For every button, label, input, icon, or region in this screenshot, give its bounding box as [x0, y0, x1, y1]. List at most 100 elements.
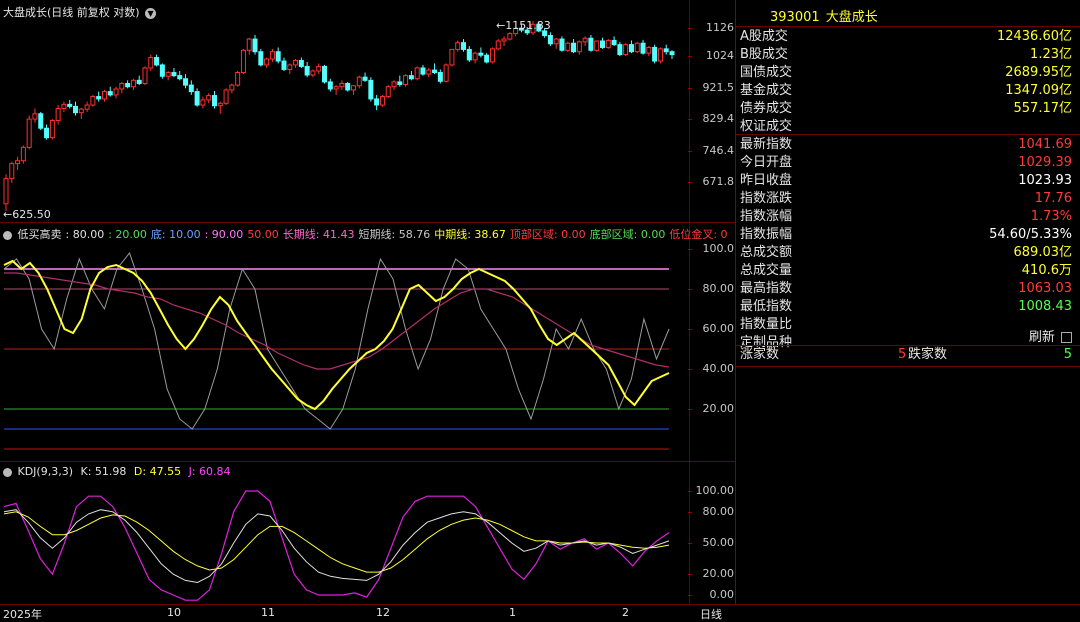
candle-body: [350, 85, 356, 91]
candle-body: [148, 57, 154, 69]
candle-body: [246, 38, 252, 51]
candle-body: [101, 91, 107, 100]
date-label: 10: [167, 606, 181, 619]
candle-body: [374, 98, 380, 106]
candle-body: [669, 51, 675, 56]
candle-body: [183, 78, 189, 86]
candle-body: [640, 42, 646, 54]
date-label: 12: [376, 606, 390, 619]
stat-value: 54.60/5.33%: [989, 227, 1072, 242]
candle-body: [32, 113, 38, 120]
y-axis-label: 60.00: [702, 322, 735, 335]
candle-body: [287, 64, 293, 70]
y-axis-tick: [688, 511, 692, 513]
refresh-icon: [1061, 332, 1072, 343]
y-axis-label: 829.4: [702, 112, 735, 126]
index-header: 393001 大盘成长: [770, 6, 878, 25]
candle-body: [159, 64, 165, 77]
refresh-label: 刷新: [1028, 330, 1055, 345]
candle-body: [339, 83, 345, 88]
candle-body: [269, 51, 275, 60]
candle-body: [333, 86, 339, 90]
candle-body: [565, 42, 571, 51]
candle-body: [9, 163, 15, 180]
y-axis-label: 40.00: [702, 362, 735, 375]
y-axis-label: 20.00: [702, 402, 735, 415]
y-axis-label: 100.00: [695, 484, 735, 497]
candle-body: [478, 52, 484, 56]
kdj-d-line: [3, 511, 670, 573]
candle-body: [298, 59, 304, 67]
candle-body: [605, 39, 611, 48]
stat-row: 最新指数 1041.69: [740, 136, 1080, 154]
stat-row: 指数涨跌 17.76: [740, 190, 1080, 208]
candle-body: [356, 76, 362, 87]
period-label[interactable]: 日线: [700, 606, 722, 622]
up-count-value: 5: [898, 347, 907, 362]
long-term-line: [4, 272, 670, 370]
kdj-chart[interactable]: [0, 461, 689, 604]
mid-term-line: [3, 259, 670, 411]
candle-body: [165, 72, 171, 77]
indicator-chart[interactable]: [0, 222, 689, 461]
kdj-j-line: [3, 490, 670, 601]
stat-label: 最新指数: [740, 137, 793, 152]
candle-body: [489, 48, 495, 63]
candle-body: [617, 44, 623, 56]
candle-body: [322, 65, 328, 83]
candle-body: [55, 107, 61, 122]
candle-body: [78, 108, 84, 114]
y-axis-label: 1126: [706, 20, 734, 34]
stat-row: 今日开盘 1029.39: [740, 154, 1080, 172]
index-name: 大盘成长: [825, 10, 878, 25]
candle-body: [588, 37, 594, 51]
y-axis-label: 671.8: [702, 175, 735, 189]
candle-body: [576, 41, 582, 53]
candle-body: [206, 95, 212, 101]
date-label: 11: [261, 606, 275, 619]
candle-body: [310, 70, 316, 76]
refresh-button[interactable]: 刷新: [1029, 326, 1072, 345]
turnover-row: A股成交 12436.60亿: [740, 28, 1080, 46]
y-axis-tick: [688, 182, 692, 184]
candle-body: [437, 72, 443, 82]
y-axis-tick: [688, 329, 692, 330]
candle-body: [327, 81, 333, 90]
candle-body: [397, 81, 403, 85]
candle-body: [171, 72, 177, 77]
candle-body: [466, 48, 472, 61]
candle-body: [119, 83, 125, 90]
stat-label: 最高指数: [740, 281, 793, 296]
candle-body: [646, 46, 652, 54]
index-code: 393001: [770, 10, 820, 25]
candle-body: [461, 42, 467, 50]
candle-body: [281, 60, 287, 70]
turnover-value: 2689.95亿: [1005, 65, 1072, 80]
date-label: 1: [509, 606, 516, 619]
candle-body: [628, 44, 634, 53]
candle-body: [507, 33, 513, 40]
axis-separator: [689, 0, 690, 604]
turnover-label: 债券成交: [740, 101, 793, 116]
stat-row: 指数振幅 54.60/5.33%: [740, 226, 1080, 244]
candle-body: [379, 96, 385, 106]
candle-body: [600, 40, 606, 48]
candle-body: [501, 38, 507, 42]
quote-sidebar: 393001 大盘成长 A股成交 12436.60亿 B股成交 1.23亿 国债成交 26…: [736, 0, 1080, 604]
candlestick-chart[interactable]: [0, 0, 689, 222]
y-axis-label: 921.5: [702, 80, 735, 94]
short-term-line: [3, 251, 670, 430]
stat-value: 1008.43: [1018, 299, 1072, 314]
turnover-label: 国债成交: [740, 65, 793, 80]
candle-body: [84, 104, 90, 110]
candle-body: [426, 69, 432, 75]
candle-body: [611, 39, 617, 46]
candle-body: [107, 91, 113, 96]
y-axis-tick: [688, 87, 692, 89]
turnover-row: B股成交 1.23亿: [740, 46, 1080, 64]
candle-body: [582, 37, 588, 43]
y-axis-label: 50.00: [702, 536, 735, 549]
candle-body: [20, 146, 26, 162]
stat-label: 指数振幅: [740, 227, 793, 242]
down-count-value: 5: [1063, 347, 1072, 362]
